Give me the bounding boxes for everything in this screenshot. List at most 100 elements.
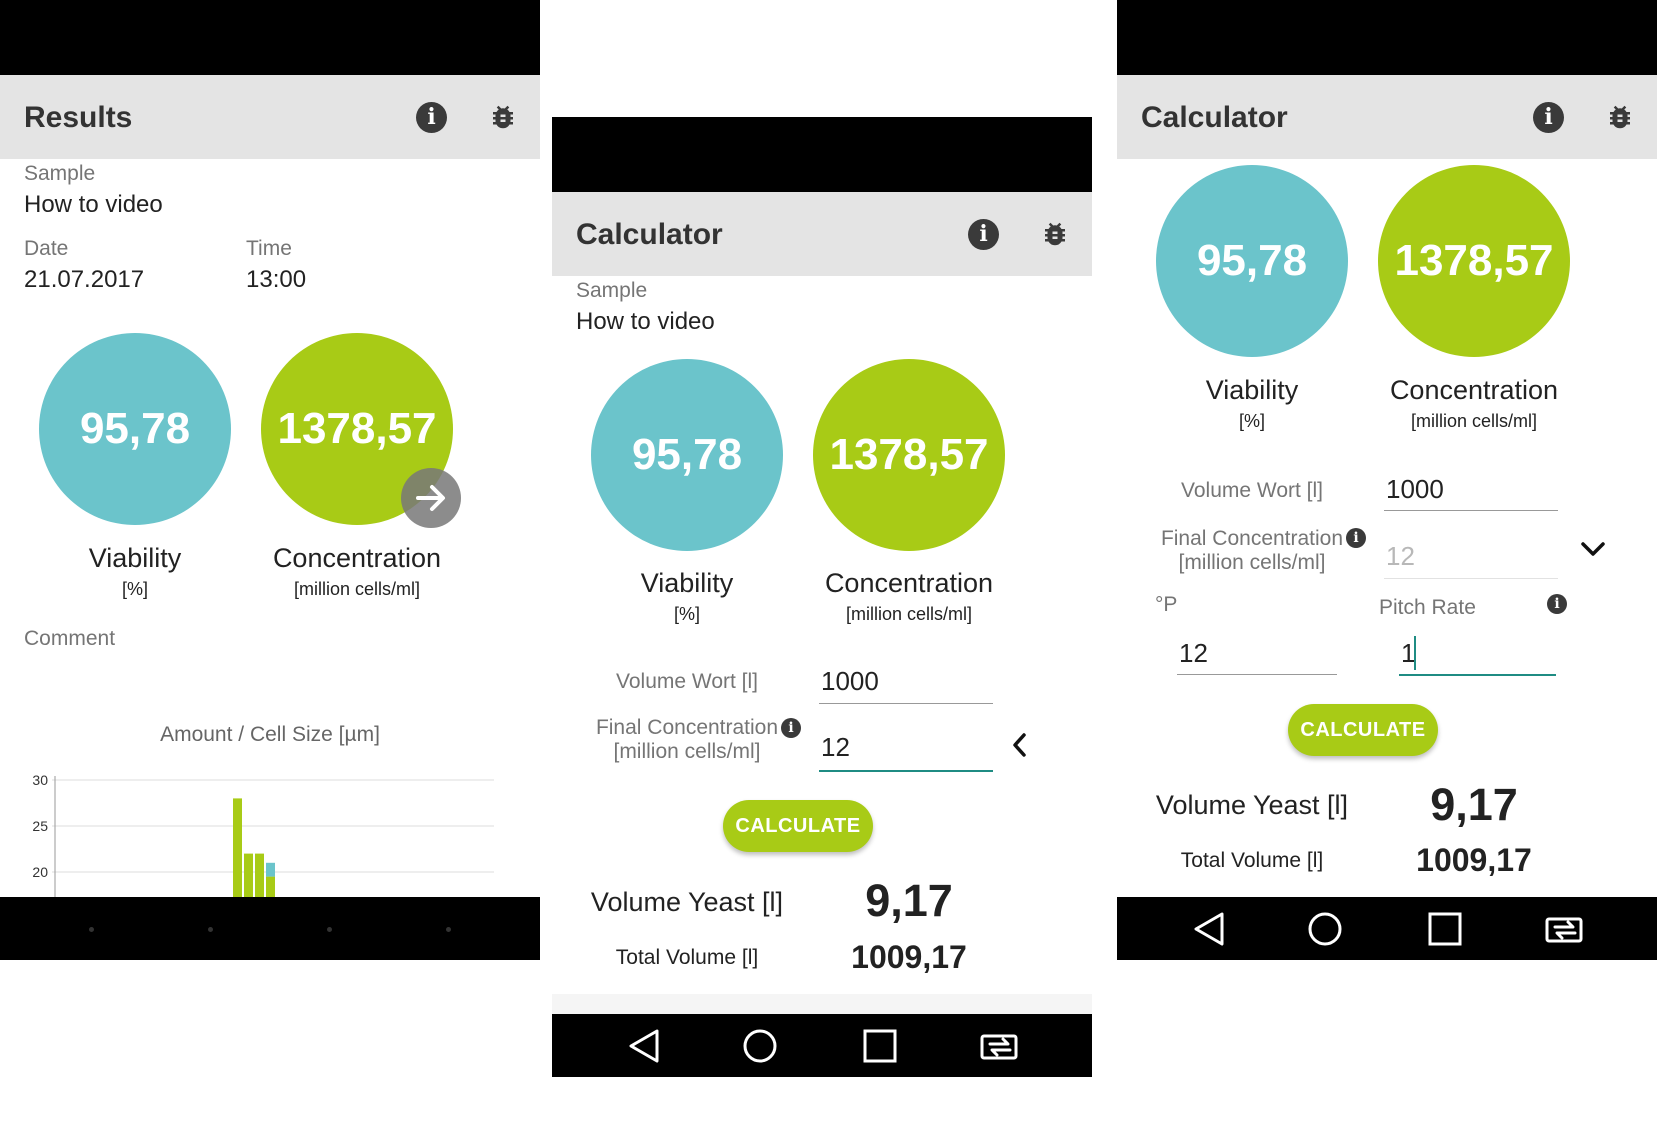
viability-unit: [%] <box>1238 411 1265 431</box>
next-arrow-button[interactable] <box>401 468 461 528</box>
sample-label: Sample <box>24 162 96 185</box>
comment-label: Comment <box>24 627 116 650</box>
volume-wort-input[interactable]: 1000 <box>1384 474 1558 511</box>
sample-label: Sample <box>576 279 648 302</box>
results-screen: Results i Sample How to video Date 21.07… <box>0 0 540 960</box>
chevron-down-icon[interactable] <box>1580 539 1606 559</box>
concentration-unit: [million cells/ml] <box>293 579 421 599</box>
app-bar: Calculator i <box>1117 75 1657 159</box>
viability-circle: 95,78 <box>1156 165 1348 357</box>
app-bar: Results i <box>0 75 540 159</box>
page-title: Results <box>24 101 133 134</box>
total-volume-value: 1009,17 <box>851 939 967 975</box>
cell-size-chart: 30 25 20 <box>32 772 494 900</box>
viability-value: 95,78 <box>79 404 191 453</box>
page-title: Calculator <box>576 218 723 251</box>
volume-wort-input[interactable]: 1000 <box>819 666 993 704</box>
total-volume-label: Total Volume [l] <box>1180 849 1324 872</box>
bug-icon[interactable] <box>1040 219 1070 249</box>
concentration-unit: [million cells/ml] <box>1410 411 1538 431</box>
viability-label: Viability <box>88 543 182 573</box>
bottom-strip <box>552 994 1092 1014</box>
nav-dot <box>89 927 94 932</box>
nav-bar <box>0 897 540 960</box>
concentration-label: Concentration <box>272 543 442 573</box>
info-icon[interactable]: i <box>1547 594 1567 614</box>
info-icon[interactable]: i <box>781 718 801 738</box>
viability-circle: 95,78 <box>591 359 783 551</box>
switch-app-icon[interactable] <box>980 1030 1020 1062</box>
bug-icon[interactable] <box>1605 102 1635 132</box>
y-tick-label: 20 <box>32 864 48 880</box>
home-icon[interactable] <box>743 1029 777 1063</box>
total-volume-label: Total Volume [l] <box>615 946 759 969</box>
histogram-bar <box>244 853 253 900</box>
nav-dot <box>208 927 213 932</box>
page-title: Calculator <box>1141 101 1288 134</box>
volume-yeast-label: Volume Yeast [l] <box>590 887 784 917</box>
calculate-button[interactable]: CALCULATE <box>1288 704 1438 756</box>
chevron-left-icon[interactable] <box>1010 731 1030 759</box>
volume-wort-label: Volume Wort [l] <box>1181 479 1323 502</box>
calculator-screen: Calculator i Sample How to video 95,78 1… <box>552 117 1092 1077</box>
concentration-circle: 1378,57 <box>1378 165 1570 357</box>
info-icon[interactable]: i <box>1533 102 1564 133</box>
y-tick-label: 25 <box>32 818 48 834</box>
info-icon[interactable]: i <box>1346 528 1366 548</box>
y-tick-label: 30 <box>32 772 48 788</box>
info-icon[interactable]: i <box>416 102 447 133</box>
concentration-value: 1378,57 <box>829 430 989 479</box>
status-bar <box>0 0 540 75</box>
viability-unit: [%] <box>673 604 700 624</box>
final-concentration-input[interactable]: 12 <box>819 732 993 772</box>
info-icon[interactable]: i <box>968 219 999 250</box>
time-label: Time <box>246 237 292 260</box>
concentration-unit: [million cells/ml] <box>845 604 973 624</box>
histogram-bar <box>255 853 264 900</box>
viability-unit: [%] <box>121 579 148 599</box>
viability-label: Viability <box>640 568 734 598</box>
total-volume-value: 1009,17 <box>1416 842 1532 878</box>
sample-value: How to video <box>576 308 715 335</box>
back-icon[interactable] <box>627 1028 661 1064</box>
plato-input[interactable]: 12 <box>1177 638 1337 675</box>
switch-app-icon[interactable] <box>1545 913 1585 945</box>
final-concentration-label: Final Concentration <box>595 716 779 739</box>
nav-bar <box>1117 897 1657 960</box>
concentration-value: 1378,57 <box>1394 236 1554 285</box>
nav-dot <box>446 927 451 932</box>
sample-value: How to video <box>24 191 163 218</box>
concentration-label: Concentration <box>1389 375 1559 405</box>
bug-icon[interactable] <box>488 102 518 132</box>
time-value: 13:00 <box>246 266 307 293</box>
histogram-bar <box>233 798 242 900</box>
concentration-label: Concentration <box>824 568 994 598</box>
final-concentration-unit: [million cells/ml] <box>1178 551 1326 574</box>
status-bar <box>1117 0 1657 75</box>
nav-bar <box>552 1014 1092 1077</box>
final-concentration-unit: [million cells/ml] <box>613 740 761 763</box>
viability-circle: 95,78 <box>39 333 231 525</box>
final-concentration-input: 12 <box>1384 541 1558 579</box>
pitch-rate-input[interactable]: 1 <box>1399 638 1556 676</box>
calculate-button[interactable]: CALCULATE <box>723 800 873 852</box>
volume-yeast-label: Volume Yeast [l] <box>1155 790 1349 820</box>
arrow-right-icon <box>416 485 445 511</box>
histogram-bar-segment <box>266 862 275 877</box>
plato-label: °P <box>1155 593 1178 616</box>
viability-label: Viability <box>1205 375 1299 405</box>
recents-icon[interactable] <box>863 1029 897 1063</box>
final-concentration-label: Final Concentration <box>1160 527 1344 550</box>
volume-yeast-value: 9,17 <box>865 875 953 926</box>
recents-icon[interactable] <box>1428 912 1462 946</box>
viability-value: 95,78 <box>1196 236 1308 285</box>
back-icon[interactable] <box>1192 911 1226 947</box>
status-bar <box>552 117 1092 192</box>
volume-wort-label: Volume Wort [l] <box>616 670 758 693</box>
app-bar: Calculator i <box>552 192 1092 276</box>
date-label: Date <box>24 237 69 260</box>
pitch-rate-label: Pitch Rate <box>1379 596 1476 619</box>
home-icon[interactable] <box>1308 912 1342 946</box>
nav-dot <box>327 927 332 932</box>
volume-yeast-value: 9,17 <box>1430 779 1518 830</box>
